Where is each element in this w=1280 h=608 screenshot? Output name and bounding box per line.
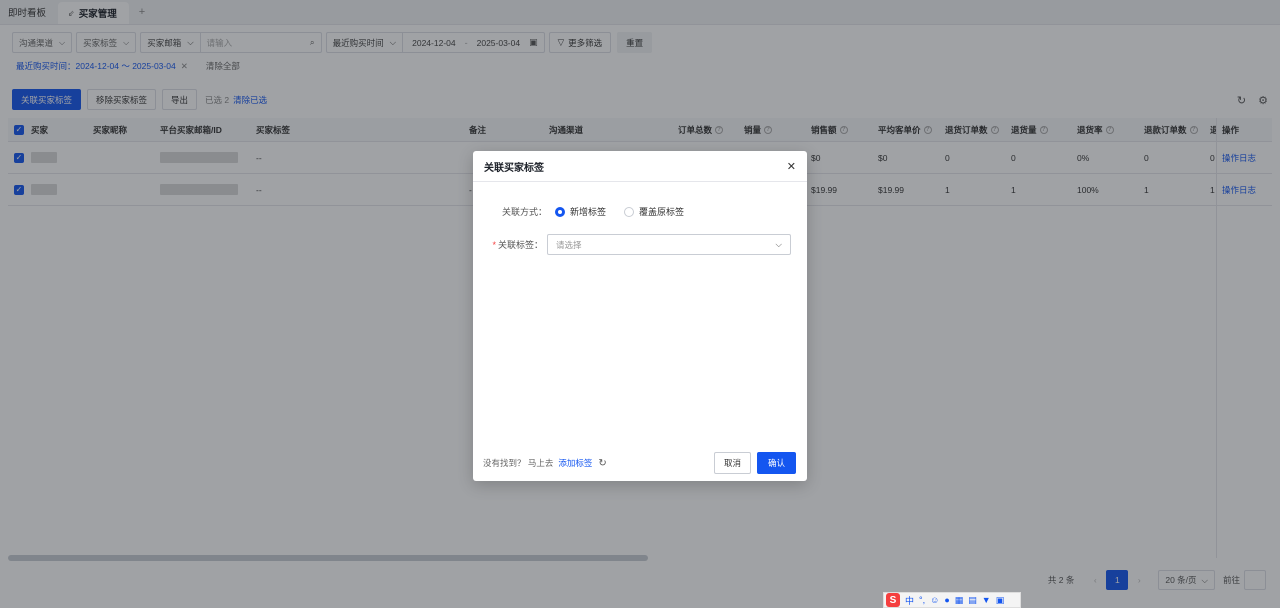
required-mark: * [492,240,496,250]
menu-icon[interactable]: ▣ [996,595,1005,606]
add-tag-hint: 没有找到？ 马上去 添加标签 ↻ [483,457,607,469]
hint-text: 没有找到？ 马上去 [483,458,554,468]
option-overwrite-label[interactable]: 覆盖原标签 [639,205,684,218]
dialog-header: 关联买家标签 ✕ [473,151,807,182]
dialog-footer: 没有找到？ 马上去 添加标签 ↻ 取消 确认 [483,452,796,474]
assoc-mode-row: 关联方式： 新增标签 覆盖原标签 [497,205,698,218]
refresh-icon[interactable]: ↻ [598,458,606,469]
chevron-down-icon: ⌵ [775,239,782,249]
radio-new-tag[interactable] [555,206,565,217]
add-tag-link[interactable]: 添加标签 [558,457,592,469]
assoc-tag-label: * 关联标签： [487,238,543,251]
emoji-icon[interactable]: ☺ [930,595,939,605]
tag-select[interactable]: 请选择 ⌵ [547,234,791,255]
assoc-mode-label: 关联方式： [501,207,547,217]
tag-select-placeholder: 请选择 [556,239,582,250]
option-new-tag-label[interactable]: 新增标签 [570,205,606,218]
punctuation-icon[interactable]: °, [919,595,925,605]
assoc-tag-row: * 关联标签： 请选择 ⌵ [487,234,791,255]
skin-icon[interactable]: ▼ [982,595,991,605]
keyboard-icon[interactable]: ▦ [955,595,964,606]
close-icon[interactable]: ✕ [787,160,796,173]
assoc-tag-dialog: 关联买家标签 ✕ 关联方式： 新增标签 覆盖原标签 * 关联标签： 请选择 ⌵ 没有… [473,151,807,481]
radio-overwrite-tag[interactable] [624,206,635,217]
toolbox-icon[interactable]: ▤ [968,595,977,606]
dialog-title: 关联买家标签 [484,162,544,174]
assoc-tag-label-text: 关联标签： [497,240,543,250]
microphone-icon[interactable]: ● [944,595,949,605]
sogou-logo-icon[interactable]: S [886,593,900,607]
cancel-button[interactable]: 取消 [713,452,751,474]
confirm-button[interactable]: 确认 [756,452,796,474]
ime-toolbar: S 中 °, ☺ ● ▦ ▤ ▼ ▣ [883,592,1021,608]
ime-mode-indicator[interactable]: 中 [905,594,914,607]
